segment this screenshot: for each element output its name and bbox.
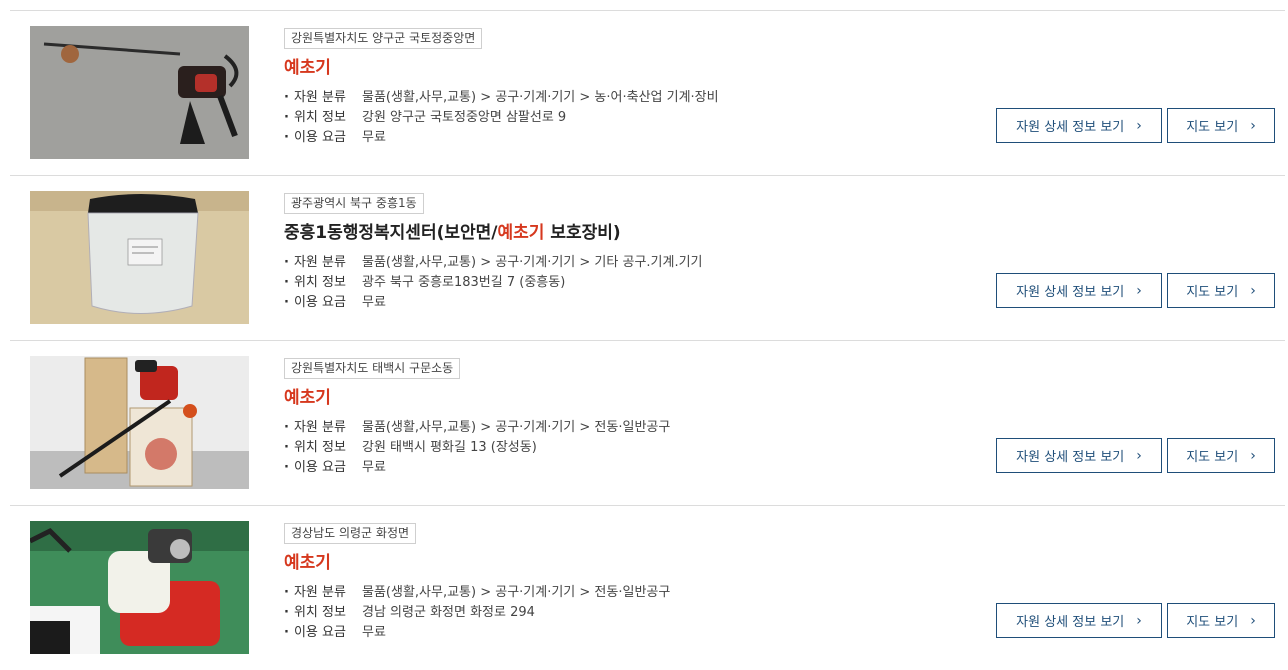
region-badge: 광주광역시 북구 중흥1동 — [284, 193, 424, 214]
item-title[interactable]: 예초기 — [284, 386, 670, 410]
item-title[interactable]: 예초기 — [284, 56, 719, 80]
map-view-button-label: 지도 보기 — [1186, 120, 1239, 135]
map-view-button[interactable]: 지도 보기 › — [1167, 603, 1275, 638]
brush-cutter-photo — [30, 26, 249, 159]
category-value: 물품(생활,사무,교통) > 공구·기계·기기 > 기타 공구.기계.기기 — [362, 255, 703, 270]
map-view-button[interactable]: 지도 보기 › — [1167, 438, 1275, 473]
item-meta: 자원 분류물품(생활,사무,교통) > 공구·기계·기기 > 전동·일반공구 위… — [284, 418, 670, 478]
item-meta: 자원 분류물품(생활,사무,교통) > 공구·기계·기기 > 전동·일반공구 위… — [284, 583, 670, 643]
location-label: 위치 정보 — [284, 438, 362, 458]
location-value: 광주 북구 중흥로183번길 7 (중흥동) — [362, 275, 566, 290]
category-label: 자원 분류 — [284, 88, 362, 108]
map-view-button[interactable]: 지도 보기 › — [1167, 108, 1275, 143]
detail-info-button-label: 자원 상세 정보 보기 — [1016, 615, 1125, 630]
map-view-button-label: 지도 보기 — [1186, 285, 1239, 300]
chevron-right-icon: › — [1136, 282, 1142, 299]
item-title[interactable]: 중흥1동행정복지센터(보안면/예초기 보호장비) — [284, 221, 703, 245]
detail-info-button-label: 자원 상세 정보 보기 — [1016, 120, 1125, 135]
list-item: 강원특별자치도 양구군 국토정중앙면 예초기 자원 분류물품(생활,사무,교통)… — [10, 10, 1285, 175]
item-title[interactable]: 예초기 — [284, 551, 670, 575]
chevron-right-icon: › — [1136, 612, 1142, 629]
fee-label: 이용 요금 — [284, 623, 362, 643]
detail-info-button-label: 자원 상세 정보 보기 — [1016, 285, 1125, 300]
item-meta: 자원 분류물품(생활,사무,교통) > 공구·기계·기기 > 농·어·축산업 기… — [284, 88, 719, 148]
brush-cutter-photo — [30, 521, 249, 654]
item-meta: 자원 분류물품(생활,사무,교통) > 공구·기계·기기 > 기타 공구.기계.… — [284, 253, 703, 313]
region-badge: 강원특별자치도 태백시 구문소동 — [284, 358, 461, 379]
location-value: 강원 양구군 국토정중앙면 삼팔선로 9 — [362, 110, 567, 125]
chevron-right-icon: › — [1250, 447, 1256, 464]
location-label: 위치 정보 — [284, 273, 362, 293]
category-label: 자원 분류 — [284, 583, 362, 603]
map-view-button[interactable]: 지도 보기 › — [1167, 273, 1275, 308]
category-value: 물품(생활,사무,교통) > 공구·기계·기기 > 전동·일반공구 — [362, 420, 671, 435]
map-view-button-label: 지도 보기 — [1186, 615, 1239, 630]
fee-label: 이용 요금 — [284, 458, 362, 478]
fee-value: 무료 — [362, 295, 386, 310]
detail-info-button[interactable]: 자원 상세 정보 보기 › — [996, 108, 1162, 143]
fee-label: 이용 요금 — [284, 293, 362, 313]
fee-value: 무료 — [362, 460, 386, 475]
list-item: 광주광역시 북구 중흥1동 중흥1동행정복지센터(보안면/예초기 보호장비) 자… — [10, 175, 1285, 340]
location-value: 강원 태백시 평화길 13 (장성동) — [362, 440, 537, 455]
category-value: 물품(생활,사무,교통) > 공구·기계·기기 > 농·어·축산업 기계·장비 — [362, 90, 719, 105]
detail-info-button[interactable]: 자원 상세 정보 보기 › — [996, 273, 1162, 308]
list-item: 경상남도 의령군 화정면 예초기 자원 분류물품(생활,사무,교통) > 공구·… — [10, 505, 1285, 670]
title-text: 중흥1동행정복지센터(보안면/ — [284, 223, 498, 243]
title-highlight: 예초기 — [284, 388, 331, 408]
chevron-right-icon: › — [1250, 612, 1256, 629]
location-value: 경남 의령군 화정면 화정로 294 — [362, 605, 535, 620]
title-text: 보호장비) — [544, 223, 621, 243]
location-label: 위치 정보 — [284, 603, 362, 623]
title-highlight: 예초기 — [284, 58, 331, 78]
region-badge: 경상남도 의령군 화정면 — [284, 523, 417, 544]
chevron-right-icon: › — [1136, 117, 1142, 134]
detail-info-button-label: 자원 상세 정보 보기 — [1016, 450, 1125, 465]
title-highlight: 예초기 — [497, 223, 545, 243]
item-thumbnail[interactable] — [30, 191, 249, 324]
item-thumbnail[interactable] — [30, 26, 249, 159]
face-shield-photo — [30, 191, 249, 324]
category-value: 물품(생활,사무,교통) > 공구·기계·기기 > 전동·일반공구 — [362, 585, 671, 600]
map-view-button-label: 지도 보기 — [1186, 450, 1239, 465]
detail-info-button[interactable]: 자원 상세 정보 보기 › — [996, 438, 1162, 473]
fee-label: 이용 요금 — [284, 128, 362, 148]
chevron-right-icon: › — [1250, 117, 1256, 134]
item-thumbnail[interactable] — [30, 356, 249, 489]
category-label: 자원 분류 — [284, 253, 362, 273]
item-thumbnail[interactable] — [30, 521, 249, 654]
category-label: 자원 분류 — [284, 418, 362, 438]
list-item: 강원특별자치도 태백시 구문소동 예초기 자원 분류물품(생활,사무,교통) >… — [10, 340, 1285, 505]
chevron-right-icon: › — [1250, 282, 1256, 299]
region-badge: 강원특별자치도 양구군 국토정중앙면 — [284, 28, 483, 49]
location-label: 위치 정보 — [284, 108, 362, 128]
fee-value: 무료 — [362, 625, 386, 640]
detail-info-button[interactable]: 자원 상세 정보 보기 › — [996, 603, 1162, 638]
title-highlight: 예초기 — [284, 553, 331, 573]
brush-cutter-photo — [30, 356, 249, 489]
fee-value: 무료 — [362, 130, 386, 145]
chevron-right-icon: › — [1136, 447, 1142, 464]
